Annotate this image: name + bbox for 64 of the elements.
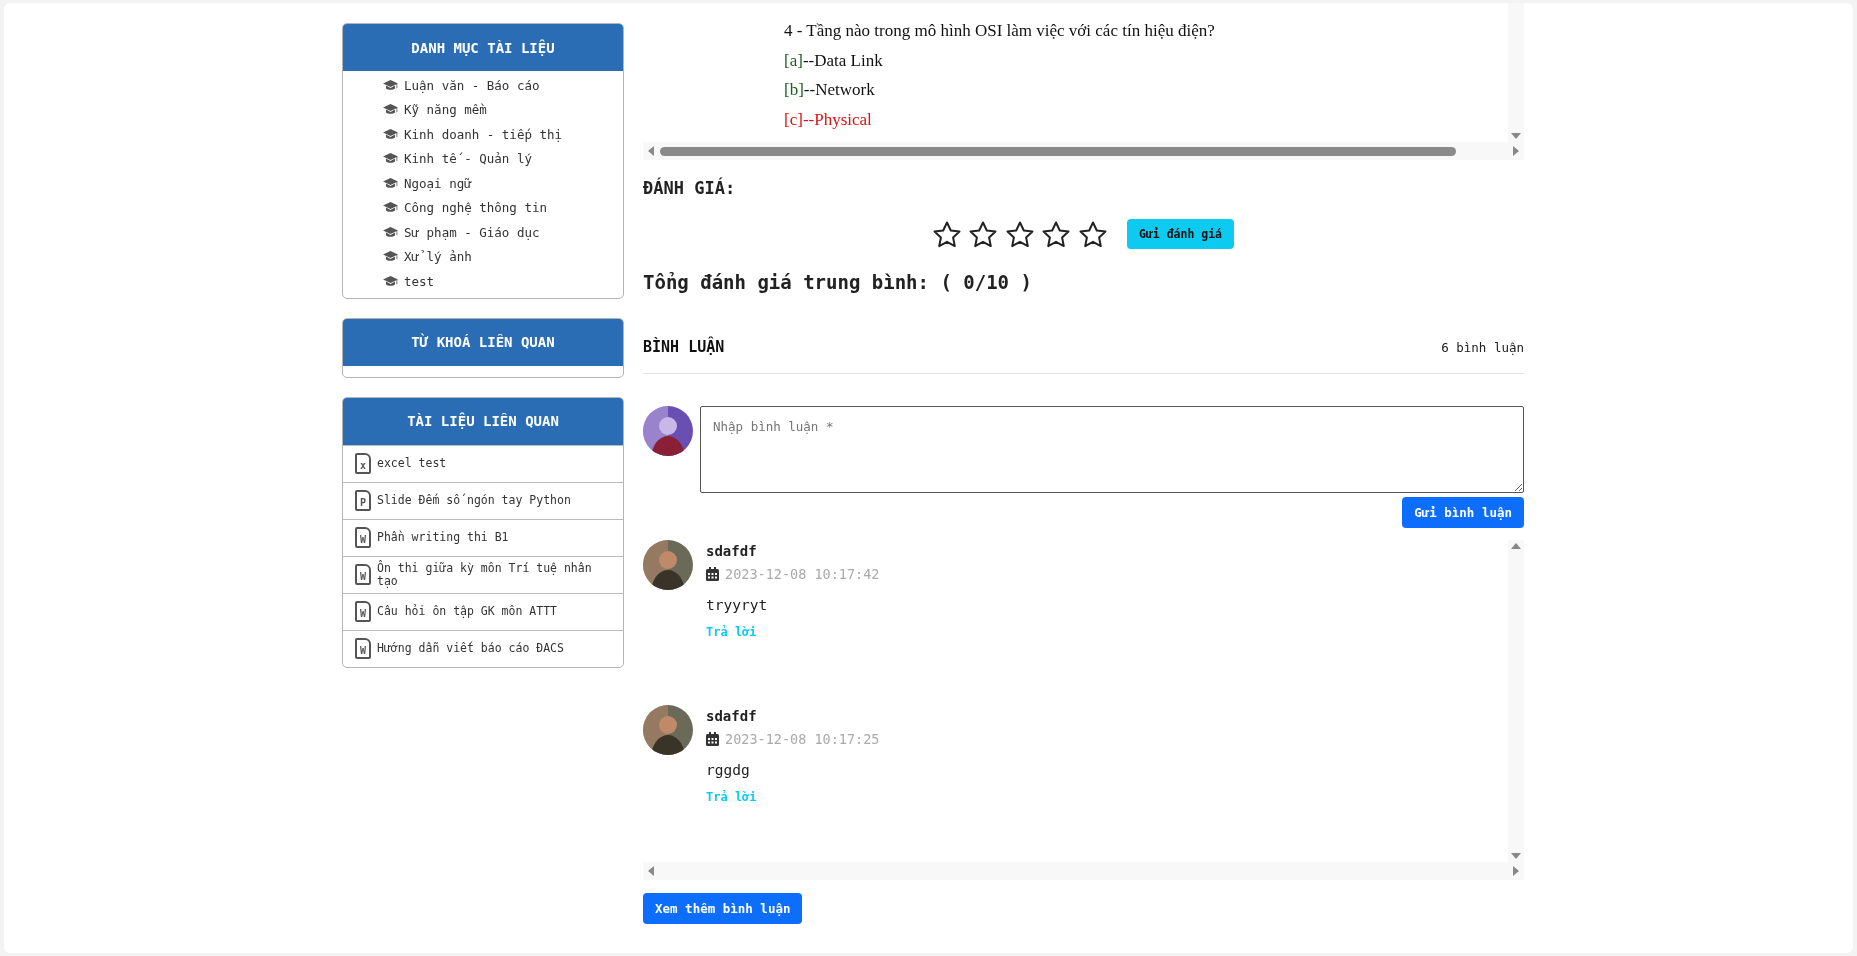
graduation-cap-icon xyxy=(383,251,398,263)
star-icon[interactable] xyxy=(932,220,961,248)
card-title: DANH MỤC TÀI LIỆU xyxy=(343,24,623,71)
scrollbar-thumb[interactable] xyxy=(660,146,1457,156)
comment-author: sdafdf xyxy=(706,708,758,726)
scroll-up-icon[interactable] xyxy=(1511,543,1521,549)
star-icon[interactable] xyxy=(969,220,998,248)
category-link[interactable]: Luận văn - Báo cáo xyxy=(343,73,623,98)
file-icon: x xyxy=(355,453,371,474)
document-link[interactable]: W Câu hỏi ôn tập GK môn ATTT xyxy=(343,592,623,630)
file-icon: P xyxy=(355,490,371,511)
comment-text: rggdg xyxy=(706,762,751,780)
submit-comment-button[interactable]: Gửi bình luận xyxy=(1402,497,1524,528)
category-link[interactable]: test xyxy=(343,269,623,294)
graduation-cap-icon xyxy=(383,177,398,189)
file-icon: W xyxy=(355,527,371,548)
category-link[interactable]: Xử lý ảnh xyxy=(343,244,623,269)
file-icon: W xyxy=(355,601,371,622)
more-comments-button[interactable]: Xem thêm bình luận xyxy=(643,893,803,924)
file-icon: W xyxy=(355,638,371,659)
star-icon[interactable] xyxy=(1042,220,1071,248)
graduation-cap-icon xyxy=(383,104,398,116)
card-title: TÀI LIỆU LIÊN QUAN xyxy=(343,397,623,445)
calendar-icon xyxy=(706,567,719,581)
graduation-cap-icon xyxy=(383,275,398,287)
calendar-icon xyxy=(706,732,719,746)
category-link[interactable]: Kinh tế - Quản lý xyxy=(343,146,623,171)
comment-date: 2023-12-08 10:17:42 xyxy=(725,566,880,582)
category-link[interactable]: Ngoại ngữ xyxy=(343,171,623,196)
category-link[interactable]: Sư phạm - Giáo dục xyxy=(343,220,623,245)
submit-rating-button[interactable]: Gửi đánh giá xyxy=(1126,219,1235,249)
document-link[interactable]: W Phần writing thi B1 xyxy=(343,518,623,556)
card-title: TỪ KHOÁ LIÊN QUAN xyxy=(343,318,623,366)
comment-date: 2023-12-08 10:17:25 xyxy=(725,731,880,747)
file-icon: W xyxy=(355,564,371,585)
star-icon[interactable] xyxy=(1005,220,1034,248)
scroll-right-icon[interactable] xyxy=(1513,146,1519,156)
document-link[interactable]: P Slide Đếm số ngón tay Python xyxy=(343,481,623,519)
graduation-cap-icon xyxy=(383,226,398,238)
category-link[interactable]: Công nghệ thông tin xyxy=(343,195,623,220)
category-link[interactable]: Kỹ năng mềm xyxy=(343,97,623,122)
answer-option: [c]--Physical xyxy=(784,104,1508,134)
comment-author: sdafdf xyxy=(706,543,758,561)
document-link[interactable]: W Hướng dẫn viết báo cáo ĐACS xyxy=(343,629,623,667)
answer-option: [b]--Network xyxy=(784,75,1508,105)
rating-title: ĐÁNH GIÁ: xyxy=(643,178,737,200)
category-link[interactable]: Kinh doanh - tiếp thị xyxy=(343,122,623,147)
comment-field[interactable]: Nhập bình luận * xyxy=(700,406,1524,493)
answer-option: [a]--Data Link xyxy=(784,45,1508,75)
document-link[interactable]: W Ôn thi giữa kỳ môn Trí tuệ nhân tạo xyxy=(343,555,623,593)
star-icon[interactable] xyxy=(1078,220,1107,248)
graduation-cap-icon xyxy=(383,128,398,140)
graduation-cap-icon xyxy=(383,79,398,91)
question-text: 4 - Tầng nào trong mô hình OSI làm việc với các tín hiệu điện? xyxy=(784,20,1216,42)
scroll-right-icon[interactable] xyxy=(1513,866,1519,876)
document-link[interactable]: x excel test xyxy=(343,444,623,482)
scroll-left-icon[interactable] xyxy=(648,866,654,876)
comment-text: tryyryt xyxy=(706,597,769,615)
graduation-cap-icon xyxy=(383,153,398,165)
scroll-left-icon[interactable] xyxy=(648,146,654,156)
average-rating: Tổng đánh giá trung bình: ( 0/10 ) xyxy=(643,271,1033,295)
comment-count: 6 bình luận xyxy=(1441,339,1524,355)
graduation-cap-icon xyxy=(383,202,398,214)
comments-title: BÌNH LUẬN xyxy=(643,338,725,356)
